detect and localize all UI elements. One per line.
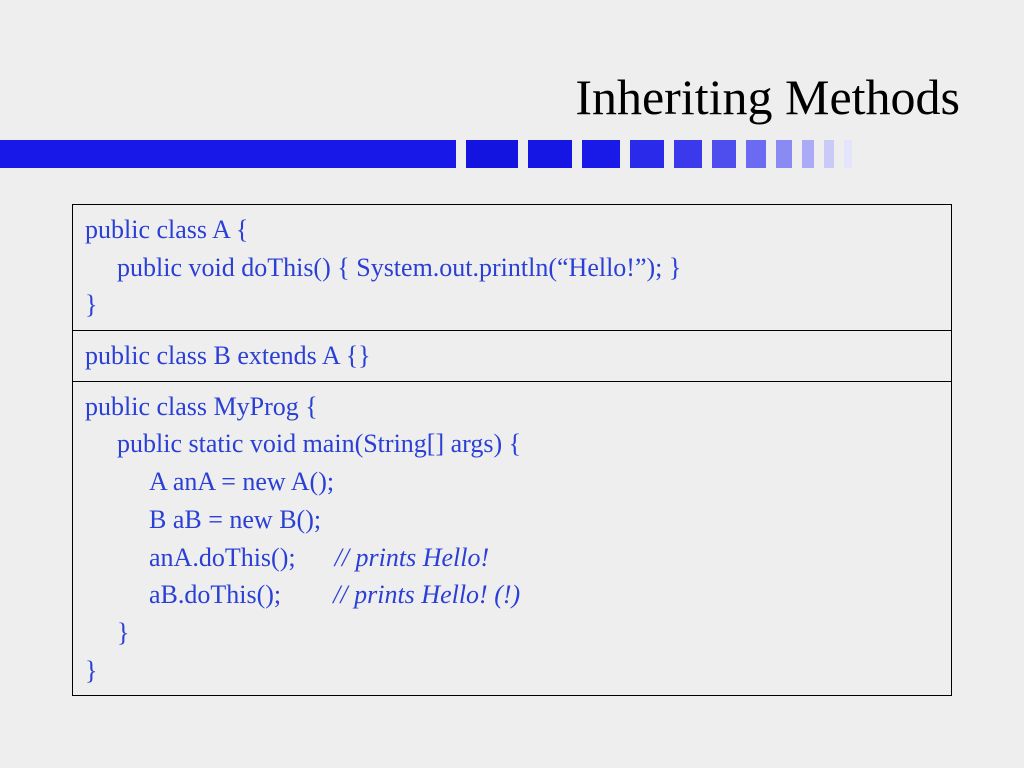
code-box-b: public class B extends A {} (72, 331, 952, 382)
bar-segment (466, 140, 518, 168)
bar-segment (712, 140, 736, 168)
slide-title: Inheriting Methods (0, 68, 960, 126)
code-line: aB.doThis(); // prints Hello! (!) (85, 576, 939, 614)
code-line: } (85, 286, 939, 324)
code-line: B aB = new B(); (85, 501, 939, 539)
bar-segment (824, 140, 834, 168)
bar-segment (630, 140, 664, 168)
code-line: public class MyProg { (85, 388, 939, 426)
bar-solid (0, 140, 456, 168)
code-box-a: public class A { public void doThis() { … (72, 204, 952, 331)
code-line: public static void main(String[] args) { (85, 425, 939, 463)
bar-segment (802, 140, 814, 168)
code-comment: // prints Hello! (335, 543, 490, 572)
code-comment: // prints Hello! (!) (333, 580, 520, 609)
bar-segment (582, 140, 620, 168)
title-bar (0, 140, 852, 168)
code-box-c: public class MyProg { public static void… (72, 382, 952, 697)
code-line: A anA = new A(); (85, 463, 939, 501)
code-line: public class A { (85, 211, 939, 249)
code-line: anA.doThis(); // prints Hello! (85, 539, 939, 577)
code-line: public void doThis() { System.out.printl… (85, 249, 939, 287)
code-line: public class B extends A {} (85, 337, 939, 375)
content-area: public class A { public void doThis() { … (72, 204, 952, 696)
bar-segment (746, 140, 766, 168)
bar-segment (844, 140, 852, 168)
code-line: } (85, 652, 939, 690)
code-line: } (85, 614, 939, 652)
bar-segment (528, 140, 572, 168)
bar-segment (674, 140, 702, 168)
bar-segment (776, 140, 792, 168)
